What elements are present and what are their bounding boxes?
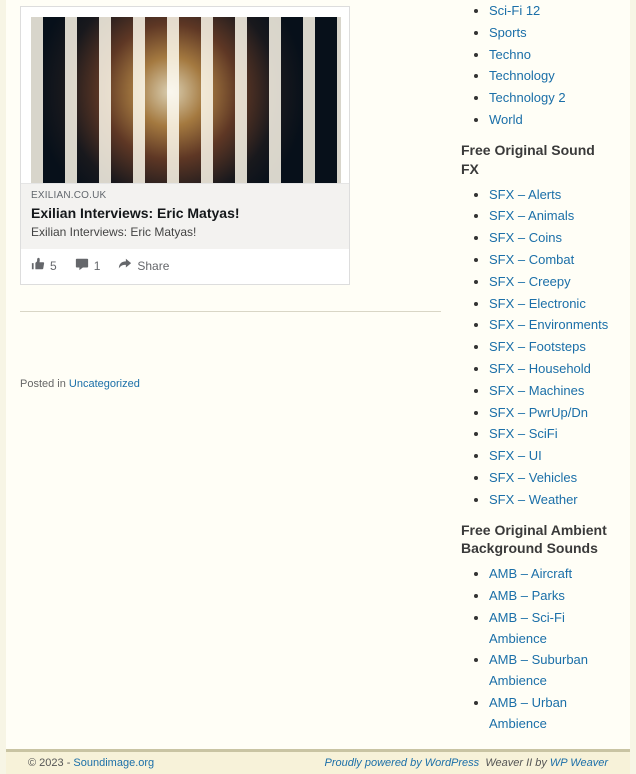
comment-icon <box>75 257 89 274</box>
sfx-link[interactable]: SFX – Alerts <box>489 187 561 202</box>
sfx-item: SFX – Vehicles <box>489 468 616 489</box>
category-link[interactable]: World <box>489 112 523 127</box>
sfx-item: SFX – Environments <box>489 315 616 336</box>
like-count: 5 <box>50 259 57 273</box>
category-link[interactable]: Sci-Fi 12 <box>489 3 540 18</box>
category-item: Techno <box>489 45 616 66</box>
category-item: World <box>489 110 616 131</box>
sfx-item: SFX – Footsteps <box>489 337 616 358</box>
amb-link[interactable]: AMB – Suburban Ambience <box>489 652 588 688</box>
sfx-item: SFX – Weather <box>489 490 616 511</box>
site-link[interactable]: Soundimage.org <box>73 757 154 769</box>
category-link[interactable]: Technology 2 <box>489 90 566 105</box>
amb-link[interactable]: AMB – Parks <box>489 588 565 603</box>
category-item: Sci-Fi 12 <box>489 1 616 22</box>
sfx-item: SFX – PwrUp/Dn <box>489 403 616 424</box>
copyright-prefix: © 2023 - <box>28 757 73 769</box>
sfx-link[interactable]: SFX – Footsteps <box>489 339 586 354</box>
comment-button[interactable]: 1 <box>75 257 101 274</box>
sfx-link[interactable]: SFX – Household <box>489 361 591 376</box>
sfx-item: SFX – UI <box>489 446 616 467</box>
share-button[interactable]: Share <box>118 257 169 274</box>
theme-sep: Weaver II by <box>485 757 550 769</box>
sidebar: Sci-Fi 12 Sports Techno Technology Technolog… <box>455 0 630 749</box>
sfx-item: SFX – SciFi <box>489 424 616 445</box>
sfx-item: SFX – Electronic <box>489 294 616 315</box>
category-link[interactable]: Sports <box>489 25 527 40</box>
footer-wrap: © 2023 - Soundimage.org Proudly powered … <box>6 749 630 774</box>
sfx-item: SFX – Alerts <box>489 185 616 206</box>
amb-link[interactable]: AMB – Urban Ambience <box>489 695 567 731</box>
sfx-heading: Free Original Sound FX <box>461 141 616 179</box>
category-link[interactable]: Uncategorized <box>69 378 140 390</box>
theme-link[interactable]: WP Weaver <box>550 757 608 769</box>
amb-item: AMB – Urban Ambience <box>489 693 616 735</box>
amb-item: AMB – Sci-Fi Ambience <box>489 608 616 650</box>
card-title: Exilian Interviews: Eric Matyas! <box>31 205 339 221</box>
sfx-item: SFX – Combat <box>489 250 616 271</box>
sfx-item: SFX – Coins <box>489 228 616 249</box>
card-body: EXILIAN.CO.UK Exilian Interviews: Eric M… <box>21 183 349 249</box>
amb-heading: Free Original Ambient Background Sounds <box>461 521 616 559</box>
sfx-link[interactable]: SFX – Creepy <box>489 274 571 289</box>
share-label: Share <box>137 259 169 273</box>
category-link[interactable]: Technology <box>489 68 555 83</box>
sfx-item: SFX – Creepy <box>489 272 616 293</box>
sfx-list: SFX – Alerts SFX – Animals SFX – Coins SFX … <box>461 185 616 511</box>
sfx-item: SFX – Machines <box>489 381 616 402</box>
category-list-top: Sci-Fi 12 Sports Techno Technology Technolog… <box>461 1 616 131</box>
sfx-link[interactable]: SFX – Vehicles <box>489 470 577 485</box>
sfx-link[interactable]: SFX – SciFi <box>489 426 558 441</box>
sfx-link[interactable]: SFX – PwrUp/Dn <box>489 405 588 420</box>
sfx-link[interactable]: SFX – Environments <box>489 317 608 332</box>
sfx-link[interactable]: SFX – Animals <box>489 208 574 223</box>
category-item: Technology <box>489 66 616 87</box>
content-divider <box>20 311 441 312</box>
post-meta: Posted in Uncategorized <box>20 378 441 390</box>
amb-link[interactable]: AMB – Aircraft <box>489 566 572 581</box>
amb-item: AMB – Parks <box>489 586 616 607</box>
card-footer: 5 1 Share <box>21 249 349 284</box>
card-description: Exilian Interviews: Eric Matyas! <box>31 225 339 239</box>
sfx-link[interactable]: SFX – Weather <box>489 492 578 507</box>
card-domain: EXILIAN.CO.UK <box>31 190 339 201</box>
sfx-item: SFX – Household <box>489 359 616 380</box>
footer-right: Proudly powered by WordPress Weaver II b… <box>325 757 609 769</box>
sfx-link[interactable]: SFX – Machines <box>489 383 584 398</box>
posted-prefix: Posted in <box>20 378 69 390</box>
amb-item: AMB – Aircraft <box>489 564 616 585</box>
thumbs-up-icon <box>31 257 45 274</box>
category-link[interactable]: Techno <box>489 47 531 62</box>
sfx-link[interactable]: SFX – UI <box>489 448 542 463</box>
amb-link[interactable]: AMB – Sci-Fi Ambience <box>489 610 565 646</box>
sfx-link[interactable]: SFX – Combat <box>489 252 574 267</box>
sfx-link[interactable]: SFX – Electronic <box>489 296 586 311</box>
footer-left: © 2023 - Soundimage.org <box>28 757 154 769</box>
main-content: EXILIAN.CO.UK Exilian Interviews: Eric M… <box>6 0 455 749</box>
amb-list: AMB – Aircraft AMB – Parks AMB – Sci-Fi Am… <box>461 564 616 734</box>
amb-item: AMB – Suburban Ambience <box>489 650 616 692</box>
wordpress-link[interactable]: Proudly powered by WordPress <box>325 757 480 769</box>
category-item: Technology 2 <box>489 88 616 109</box>
category-item: Sports <box>489 23 616 44</box>
comment-count: 1 <box>94 259 101 273</box>
footer: © 2023 - Soundimage.org Proudly powered … <box>6 752 630 774</box>
like-button[interactable]: 5 <box>31 257 57 274</box>
sfx-item: SFX – Animals <box>489 206 616 227</box>
sfx-link[interactable]: SFX – Coins <box>489 230 562 245</box>
link-preview-card[interactable]: EXILIAN.CO.UK Exilian Interviews: Eric M… <box>20 6 350 285</box>
share-icon <box>118 257 132 274</box>
card-image <box>31 17 341 183</box>
